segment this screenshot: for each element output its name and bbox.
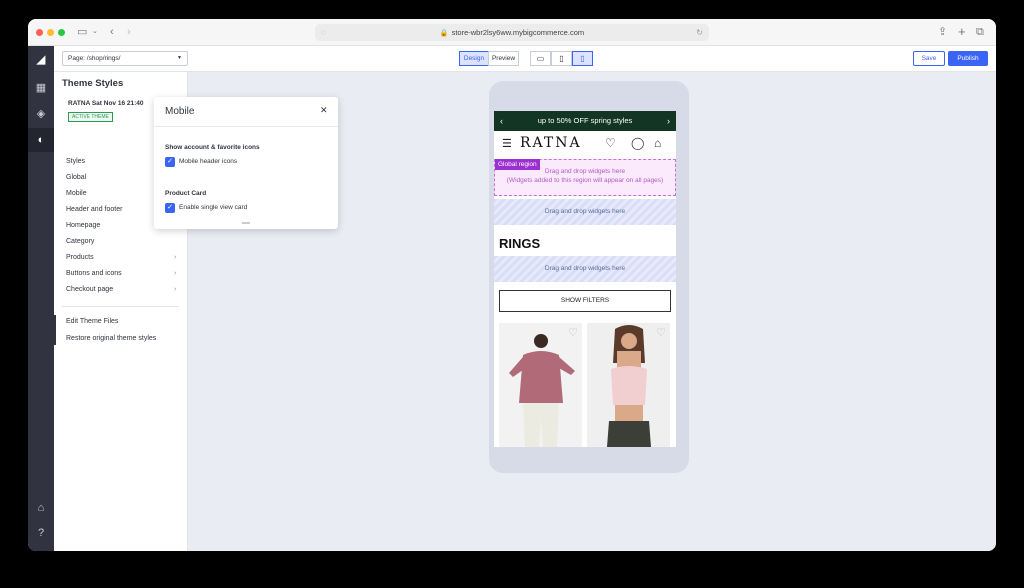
mobile-preview-screen: ‹ up to 50% OFF spring styles › ☰ RATNA … [494,111,676,447]
chevron-right-icon: › [174,270,177,277]
mobile-settings-popup: Mobile ✕ Show account & favorite icons ✓… [154,97,338,229]
promo-text: up to 50% OFF spring styles [537,116,633,125]
store-logo[interactable]: RATNA [520,135,582,151]
forward-icon[interactable]: › [127,24,131,40]
preview-tab[interactable]: Preview [488,51,519,66]
cart-icon[interactable]: ⌂ [654,136,661,150]
widget-dropzone[interactable]: Drag and drop widgets here [494,199,676,225]
promo-next-icon[interactable]: › [667,111,670,131]
category-heading: RINGS [499,236,541,251]
design-tab[interactable]: Design [459,51,489,66]
account-icons-heading: Show account & favorite icons [165,144,260,151]
section-marker [54,315,56,345]
global-region-note: (Widgets added to this region will appea… [506,177,664,184]
product-image [499,323,582,447]
heart-icon[interactable]: ♡ [605,136,616,150]
back-icon[interactable]: ‹ [110,24,114,40]
mobile-header-icons-checkbox[interactable]: ✓ [165,157,175,167]
product-image [587,323,670,447]
sidebar-item-global[interactable]: Global [66,174,86,181]
mobile-header-icons-label[interactable]: Mobile header icons [179,158,237,165]
address-bar[interactable]: ◌ 🔒 store-wbr2lsy6ww.mybigcommerce.com ↻ [315,24,709,41]
chevron-right-icon: › [174,286,177,293]
help-icon[interactable]: ? [28,521,54,545]
menu-icon[interactable]: ☰ [502,137,512,150]
caret-down-icon: ▼ [177,55,182,61]
promo-prev-icon[interactable]: ‹ [500,111,503,131]
sidebar-item-mobile[interactable]: Mobile [66,190,87,197]
product-card[interactable]: ♡ [587,323,670,447]
sidebar-item-category[interactable]: Category [66,238,94,245]
restore-theme-link[interactable]: Restore original theme styles [66,335,156,342]
editor-toolbar: Page: /shop/rings/ ▼ Design Preview ▭ ▯ … [54,46,996,72]
popup-divider [154,126,338,127]
reload-icon[interactable]: ↻ [696,24,703,41]
shield-icon: ◌ [321,28,326,37]
widget-dropzone[interactable]: Drag and drop widgets here [494,256,676,282]
resize-grip[interactable] [242,222,250,224]
storefront-icon[interactable]: ⌂ [28,496,54,520]
chevron-down-icon[interactable]: ⌄ [92,24,98,40]
publish-button[interactable]: Publish [948,51,988,66]
single-view-card-checkbox[interactable]: ✓ [165,203,175,213]
share-icon[interactable]: ⇪ [938,24,947,40]
sidebar-divider [62,306,179,307]
store-header: ☰ RATNA ♡ ◯ ⌂ [494,131,676,157]
zoom-window-button[interactable] [58,29,65,36]
browser-titlebar: ▭ ⌄ ‹ › ◌ 🔒 store-wbr2lsy6ww.mybigcommerc… [28,19,996,46]
single-view-card-label[interactable]: Enable single view card [179,204,247,211]
mobile-view-icon[interactable]: ▯ [572,51,593,66]
global-region-dropzone[interactable]: Global region Drag and drop widgets here… [494,159,676,196]
desktop-view-icon[interactable]: ▭ [530,51,551,66]
url-text: store-wbr2lsy6ww.mybigcommerce.com [451,28,585,37]
sidebar-item-homepage[interactable]: Homepage [66,222,100,229]
sidebar-item-styles[interactable]: Styles [66,158,85,165]
page-select-value: Page: /shop/rings/ [68,55,121,62]
close-window-button[interactable] [36,29,43,36]
active-theme-badge: ACTIVE THEME [68,112,113,122]
sidebar-item-header-footer[interactable]: Header and footer [66,206,122,213]
sidebar-item-checkout[interactable]: Checkout page [66,286,113,293]
product-card[interactable]: ♡ [499,323,582,447]
tablet-view-icon[interactable]: ▯ [551,51,572,66]
dashboard-icon[interactable]: ▦ [28,76,54,100]
global-region-tag: Global region [495,159,540,170]
account-icon[interactable]: ◯ [631,136,644,150]
save-button[interactable]: Save [913,51,945,66]
page-select[interactable]: Page: /shop/rings/ ▼ [62,51,188,66]
popup-title: Mobile [165,106,195,117]
browser-window: ▭ ⌄ ‹ › ◌ 🔒 store-wbr2lsy6ww.mybigcommerc… [28,19,996,551]
palette-icon[interactable]: ◐ [28,128,54,152]
tab-overview-icon[interactable]: ⧉ [976,24,984,40]
edit-theme-files-link[interactable]: Edit Theme Files [66,318,118,325]
bigcommerce-logo-icon[interactable]: ◢ [28,48,54,72]
app-rail: ◢ ▦ ◈ ◐ ⌂ ? [28,46,54,551]
wishlist-heart-icon[interactable]: ♡ [568,326,578,339]
close-icon[interactable]: ✕ [320,105,328,116]
product-card-heading: Product Card [165,190,207,197]
show-filters-button[interactable]: SHOW FILTERS [499,290,671,312]
promo-bar: ‹ up to 50% OFF spring styles › [494,111,676,131]
layers-icon[interactable]: ◈ [28,102,54,126]
sidebar-item-products[interactable]: Products [66,254,94,261]
minimize-window-button[interactable] [47,29,54,36]
wishlist-heart-icon[interactable]: ♡ [656,326,666,339]
panel-title: Theme Styles [62,78,124,89]
lock-icon: 🔒 [439,30,449,37]
sidebar-item-buttons-icons[interactable]: Buttons and icons [66,270,122,277]
chevron-right-icon: › [174,254,177,261]
sidebar-toggle-icon[interactable]: ▭ [77,24,87,40]
new-tab-icon[interactable]: + [958,24,966,40]
theme-name: RATNA Sat Nov 16 21:40 [68,100,144,107]
